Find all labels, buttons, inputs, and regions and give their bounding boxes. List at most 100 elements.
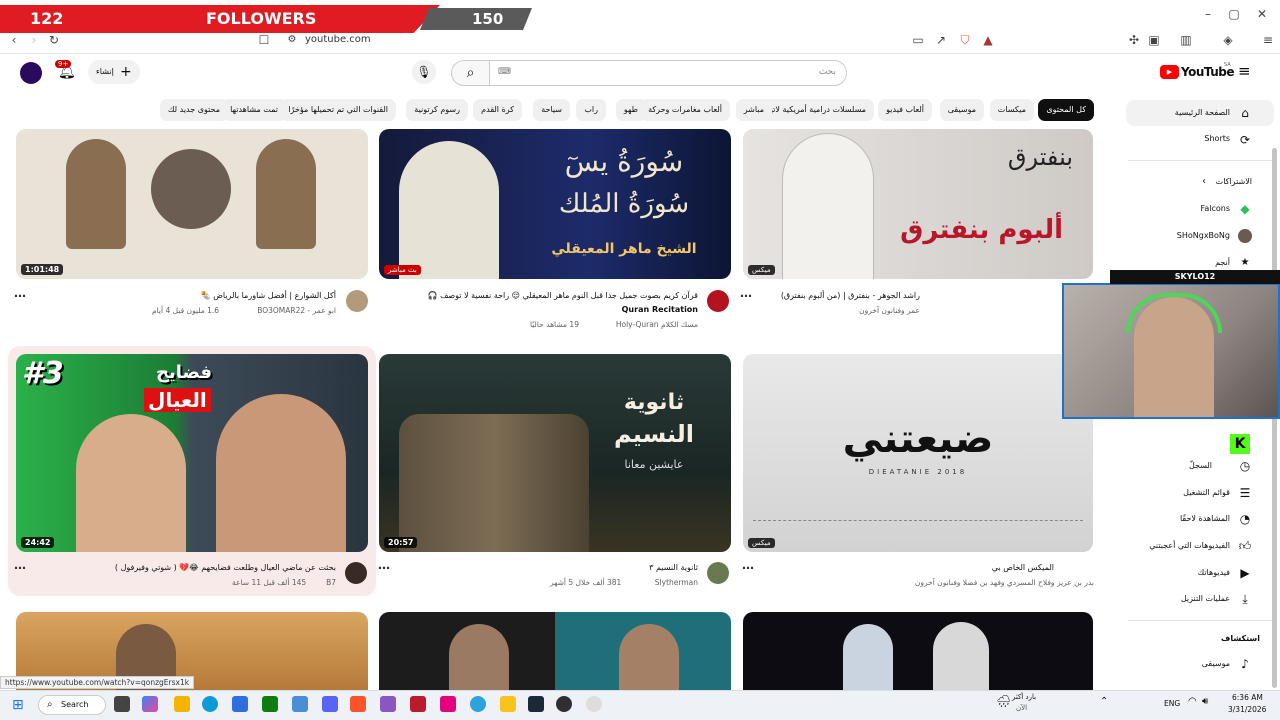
sidebar-item-shorts[interactable]: Shorts — [1204, 134, 1230, 143]
channel-avatar[interactable] — [707, 290, 729, 312]
video-channel[interactable]: Slytherman — [655, 578, 698, 587]
search-input[interactable]: ⌨ بحث — [489, 60, 847, 86]
tray-chevron-icon[interactable]: ⌃ — [1100, 696, 1108, 707]
channel-avatar[interactable] — [346, 290, 368, 312]
channel-avatar[interactable] — [707, 562, 729, 584]
tab-icon[interactable]: ▣ — [1146, 32, 1162, 48]
steam-icon[interactable] — [528, 696, 544, 712]
hamburger-menu-icon[interactable]: ≡ — [1238, 62, 1251, 80]
share-icon[interactable]: ↗ — [933, 32, 949, 48]
sidebar-sub-anjum[interactable]: أنجم — [1215, 258, 1230, 267]
file-explorer-icon[interactable] — [174, 696, 190, 712]
video-title[interactable]: بحثت عن ماضي العيال وطلعت فضايحهم 😂💔 ( ش… — [115, 563, 336, 572]
video-title[interactable]: راشد الجوهر - بنفترق | (من ألبوم بنفترق) — [781, 291, 920, 300]
video-thumbnail[interactable]: ضيعتني DIEATANIE 2018 ميكس — [743, 354, 1093, 552]
video-thumbnail[interactable]: بنفترق ألبوم بنفترق ميكس — [743, 129, 1093, 279]
chip-all[interactable]: كل المحتوى — [1038, 99, 1094, 121]
sidebar-item-music[interactable]: موسيقى — [1202, 659, 1230, 668]
sidebar-item-your-videos[interactable]: فيديوهاتك — [1198, 568, 1230, 577]
search-button[interactable]: ⌕ — [451, 60, 490, 86]
video-title[interactable]: ثانوية النسيم ٣ — [649, 563, 698, 572]
sidebar-toggle-icon[interactable]: ▥ — [1178, 32, 1194, 48]
start-icon[interactable]: ⊞ — [12, 697, 24, 713]
create-button[interactable]: + إنشاء — [88, 60, 140, 84]
clock-time[interactable]: 6:36 AM — [1232, 693, 1263, 702]
video-channel[interactable]: B7 — [326, 578, 336, 587]
video-thumbnail[interactable] — [743, 612, 1093, 690]
maximize-icon[interactable]: ▢ — [1226, 6, 1242, 22]
chip-cartoons[interactable]: رسوم كرتونية — [406, 99, 468, 121]
discord-icon[interactable] — [322, 696, 338, 712]
video-title[interactable]: الميكس الخاص بي — [992, 563, 1054, 572]
sidebar-item-history[interactable]: السجلّ — [1189, 461, 1212, 470]
weather-text[interactable]: بارد أكثر — [1012, 693, 1036, 701]
chip-action-adventure[interactable]: ألعاب مغامرات وحركة — [640, 99, 730, 121]
video-thumbnail[interactable]: 1:01:48 — [16, 129, 368, 279]
more-actions-icon[interactable]: ⋯ — [378, 561, 390, 575]
extensions-icon[interactable]: ✣ — [1126, 32, 1142, 48]
brave-icon[interactable] — [350, 696, 366, 712]
video-thumbnail[interactable]: ثانوية النسيم عايشين معانا 20:57 — [379, 354, 731, 552]
settings-icon[interactable] — [586, 696, 602, 712]
minimize-icon[interactable]: – — [1200, 6, 1216, 22]
sidebar-sub-shongxbong[interactable]: SHoNgxBoNg — [1177, 231, 1230, 240]
chip-rap[interactable]: راب — [576, 99, 606, 121]
app-icon-4[interactable] — [500, 696, 516, 712]
chip-football[interactable]: كرة القدم — [473, 99, 522, 121]
video-channel[interactable]: عمر وفنانون آخرون — [859, 306, 920, 315]
bookmark-icon[interactable]: ☐ — [256, 32, 272, 48]
address-bar[interactable]: youtube.com — [305, 34, 371, 45]
clock-date[interactable]: 3/31/2026 — [1228, 705, 1266, 714]
video-title-line2[interactable]: Quran Recitation — [622, 305, 698, 314]
menu-icon[interactable]: ≡ — [1260, 32, 1276, 48]
video-channel[interactable]: مسك الكلام Holy-Quran — [616, 320, 698, 329]
chip-watched[interactable]: تمت مشاهدتها — [222, 99, 286, 121]
xbox-icon[interactable] — [262, 696, 278, 712]
chip-tourism[interactable]: سياحة — [533, 99, 570, 121]
sidebar-item-watch-later[interactable]: المشاهدة لاحقًا — [1180, 514, 1230, 523]
sidebar-item-liked[interactable]: الفيديوهات التي أعجبتني — [1149, 541, 1230, 550]
video-thumbnail[interactable] — [379, 612, 731, 690]
youtube-logo-icon[interactable]: ▶ — [1160, 65, 1179, 79]
site-info-icon[interactable]: ⚙ — [284, 32, 300, 48]
more-actions-icon[interactable]: ⋯ — [14, 289, 26, 303]
app-icon-3[interactable] — [440, 696, 456, 712]
channel-avatar[interactable] — [345, 562, 367, 584]
sidebar-item-home[interactable]: الصفحة الرئيسية — [1175, 108, 1230, 117]
edge-icon[interactable] — [202, 696, 218, 712]
chip-new-for-you[interactable]: محتوى جديد لك — [159, 99, 228, 121]
forward-icon[interactable]: › — [26, 32, 42, 48]
chip-video-games[interactable]: ألعاب فيديو — [878, 99, 932, 121]
sidebar-item-playlists[interactable]: قوائم التشغيل — [1183, 488, 1230, 497]
video-thumbnail[interactable]: #3 فضايح العيال 24:42 — [16, 354, 368, 552]
volume-icon[interactable]: 🔊︎ — [1202, 696, 1208, 707]
account-avatar[interactable] — [20, 62, 42, 84]
chip-recently-uploaded[interactable]: القنوات التي تم تحميلها مؤخرًا — [280, 99, 396, 121]
back-icon[interactable]: ‹ — [6, 32, 22, 48]
more-actions-icon[interactable]: ⋯ — [742, 561, 754, 575]
chip-mixes[interactable]: ميكسات — [989, 99, 1034, 121]
brave-shield-icon[interactable]: ⛉ — [957, 32, 973, 48]
obs-icon[interactable] — [556, 696, 572, 712]
store-icon[interactable] — [232, 696, 248, 712]
reload-icon[interactable]: ↻ — [46, 32, 62, 48]
app-icon[interactable] — [380, 696, 396, 712]
keyboard-icon[interactable]: ⌨ — [498, 67, 511, 77]
task-view-icon[interactable] — [114, 696, 130, 712]
copilot-icon[interactable] — [142, 696, 158, 712]
taskbar-search[interactable]: ⌕ Search — [38, 695, 106, 715]
app-icon-2[interactable] — [410, 696, 426, 712]
video-channel[interactable]: بدر بن عزيز وفلاح المسردي وفهد بن فصلا و… — [915, 578, 1094, 587]
wallet-icon[interactable]: ◈ — [1220, 32, 1236, 48]
video-title[interactable]: أكل الشوارع | أفضل شاورما بالرياض 🌯 — [201, 291, 336, 300]
network-app-icon[interactable] — [292, 696, 308, 712]
voice-search-icon[interactable]: 🎙︎ — [412, 60, 436, 84]
sidebar-sub-falcons[interactable]: Falcons — [1200, 204, 1230, 213]
rewards-icon[interactable]: ▲ — [980, 32, 996, 48]
more-actions-icon[interactable]: ⋯ — [740, 289, 752, 303]
cast-icon[interactable]: ▭ — [910, 32, 926, 48]
video-title[interactable]: قرآن كريم بصوت جميل جدا قبل النوم ماهر ا… — [428, 291, 698, 300]
chip-live[interactable]: مباشر — [735, 99, 772, 121]
video-thumbnail[interactable]: سُورَةُ يسٓ سُورَةُ المُلك الشيخ ماهر ال… — [379, 129, 731, 279]
more-actions-icon[interactable]: ⋯ — [14, 561, 26, 575]
